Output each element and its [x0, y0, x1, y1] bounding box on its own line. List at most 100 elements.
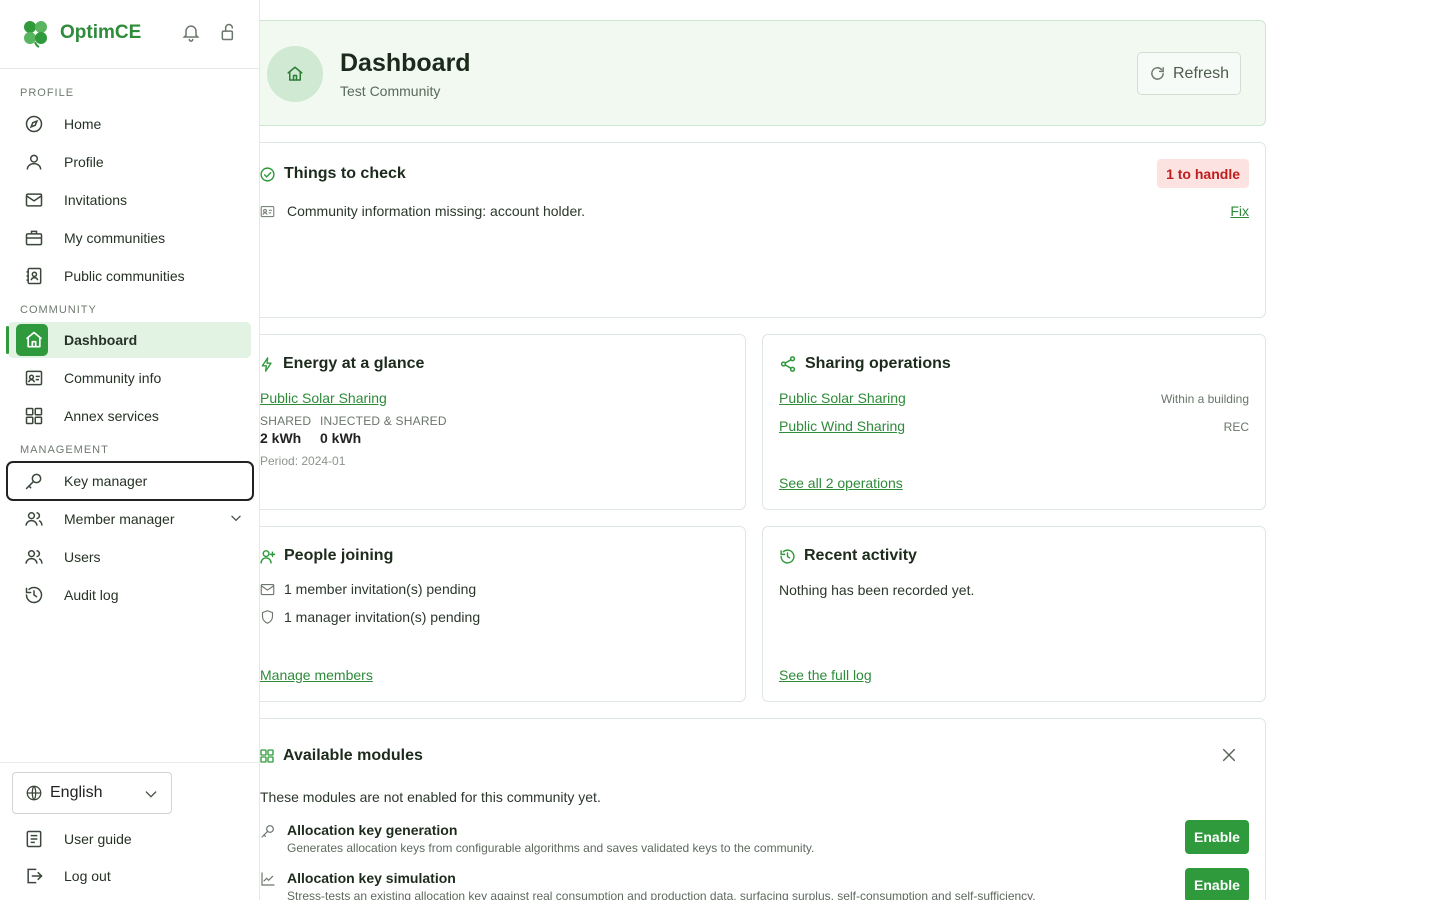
fix-link[interactable]: Fix — [1230, 203, 1249, 219]
sidebar-item-users[interactable]: Users — [8, 539, 251, 575]
check-item: Community information missing: account h… — [260, 203, 585, 219]
bell-icon[interactable] — [181, 22, 201, 42]
energy-operation-link[interactable]: Public Solar Sharing — [260, 390, 387, 406]
chevron-down-icon — [143, 786, 159, 802]
sidebar-item-label: My communities — [64, 230, 166, 246]
lightning-icon — [259, 356, 275, 373]
operation-link[interactable]: Public Solar Sharing — [779, 390, 906, 406]
mail-icon — [260, 583, 275, 596]
page-title: Dashboard — [340, 49, 471, 77]
people-joining-card: People joining 1 member invitation(s) pe… — [246, 526, 746, 702]
home-icon — [267, 46, 323, 102]
things-to-check-title: Things to check — [259, 165, 406, 183]
member-invitations-row: 1 member invitation(s) pending — [260, 581, 476, 597]
sidebar-item-label: Log out — [64, 868, 111, 884]
sidebar-item-label: Users — [64, 549, 101, 565]
key-icon — [24, 471, 44, 491]
sidebar-item-invitations[interactable]: Invitations — [8, 182, 251, 218]
sharing-label: Sharing operations — [805, 355, 951, 372]
user-plus-icon — [259, 548, 276, 565]
globe-icon — [25, 784, 43, 802]
section-label-profile: PROFILE — [20, 87, 75, 99]
sidebar-item-community-info[interactable]: Community info — [8, 360, 251, 396]
to-handle-badge: 1 to handle — [1157, 159, 1249, 188]
app-name: OptimCE — [60, 22, 142, 43]
period-text: Period: 2024-01 — [260, 454, 346, 468]
operation-link[interactable]: Public Wind Sharing — [779, 418, 905, 434]
shared-label: SHARED — [260, 414, 312, 428]
people-title: People joining — [259, 547, 393, 565]
refresh-icon — [1149, 65, 1166, 82]
manage-members-link[interactable]: Manage members — [260, 667, 373, 683]
activity-title: Recent activity — [779, 547, 917, 565]
sharing-title: Sharing operations — [779, 355, 951, 373]
language-select[interactable]: English — [12, 772, 172, 814]
sidebar-item-audit-log[interactable]: Audit log — [8, 577, 251, 613]
refresh-label: Refresh — [1172, 64, 1230, 82]
manager-invitations-row: 1 manager invitation(s) pending — [260, 609, 480, 625]
sidebar-item-annex-services[interactable]: Annex services — [8, 398, 251, 434]
sidebar-item-label: Community info — [64, 370, 162, 386]
module-description: Generates allocation keys from configura… — [287, 841, 815, 855]
grid-icon — [259, 748, 275, 764]
dashboard-header: Dashboard Test Community Refresh — [246, 20, 1266, 126]
sidebar-item-label: User guide — [64, 831, 132, 847]
community-name: Test Community — [340, 83, 441, 99]
injected-value: 0 kWh — [320, 430, 362, 446]
sidebar-item-label: Profile — [64, 154, 104, 170]
trend-icon — [260, 871, 276, 887]
refresh-button[interactable]: Refresh — [1137, 52, 1241, 95]
member-pending-text: 1 member invitation(s) pending — [284, 581, 477, 597]
sidebar-item-label: Home — [64, 116, 102, 132]
energy-label: Energy at a glance — [283, 355, 425, 372]
enable-button[interactable]: Enable — [1185, 868, 1249, 900]
users-icon — [24, 547, 44, 567]
sharing-card: Sharing operations Public Solar Sharing … — [762, 334, 1266, 510]
sidebar-item-member-manager[interactable]: Member manager — [8, 501, 251, 537]
sidebar-divider — [0, 762, 260, 763]
energy-title: Energy at a glance — [259, 355, 424, 373]
sidebar-item-dashboard[interactable]: Dashboard — [6, 322, 251, 358]
modules-label: Available modules — [283, 747, 423, 764]
share-icon — [779, 355, 797, 373]
brand[interactable]: OptimCE — [20, 18, 141, 48]
close-icon[interactable] — [1221, 747, 1237, 763]
check-circle-icon — [259, 166, 276, 183]
sidebar-divider — [0, 68, 260, 69]
see-full-log-link[interactable]: See the full log — [779, 667, 872, 683]
module-title: Allocation key generation — [287, 822, 458, 838]
available-modules-card: Available modules These modules are not … — [246, 718, 1266, 900]
sidebar-item-label: Public communities — [64, 268, 185, 284]
sidebar-item-my-communities[interactable]: My communities — [8, 220, 251, 256]
language-value: English — [50, 784, 103, 801]
key-icon — [260, 823, 276, 839]
energy-card: Energy at a glance Public Solar Sharing … — [246, 334, 746, 510]
id-card-icon — [24, 368, 44, 388]
sidebar: OptimCE PROFILE Home Profile Invitations — [0, 0, 260, 900]
modules-title: Available modules — [259, 747, 423, 765]
history-icon — [779, 548, 796, 565]
book-icon — [24, 829, 44, 849]
shared-value: 2 kWh — [260, 430, 302, 446]
section-label-management: MANAGEMENT — [20, 444, 109, 456]
app-root: Dashboard Test Community Refresh Things … — [0, 0, 1440, 900]
see-all-operations-link[interactable]: See all 2 operations — [779, 475, 903, 491]
sidebar-item-public-communities[interactable]: Public communities — [8, 258, 251, 294]
operation-type: Within a building — [1160, 392, 1249, 406]
people-label: People joining — [284, 547, 394, 564]
history-icon — [24, 585, 44, 605]
things-to-check-card: Things to check 1 to handle Community in… — [246, 142, 1266, 318]
top-icons — [181, 22, 239, 42]
module-title: Allocation key simulation — [287, 870, 456, 886]
things-to-check-label: Things to check — [284, 165, 406, 182]
sidebar-item-key-manager[interactable]: Key manager — [6, 461, 254, 501]
user-guide-link[interactable]: User guide — [8, 821, 251, 857]
enable-button[interactable]: Enable — [1185, 820, 1249, 854]
sidebar-item-profile[interactable]: Profile — [8, 144, 251, 180]
sidebar-item-label: Key manager — [64, 473, 148, 489]
log-out-link[interactable]: Log out — [8, 858, 251, 894]
sidebar-item-home[interactable]: Home — [8, 106, 251, 142]
unlock-icon[interactable] — [219, 22, 239, 42]
sidebar-item-label: Audit log — [64, 587, 119, 603]
sidebar-item-label: Invitations — [64, 192, 128, 208]
